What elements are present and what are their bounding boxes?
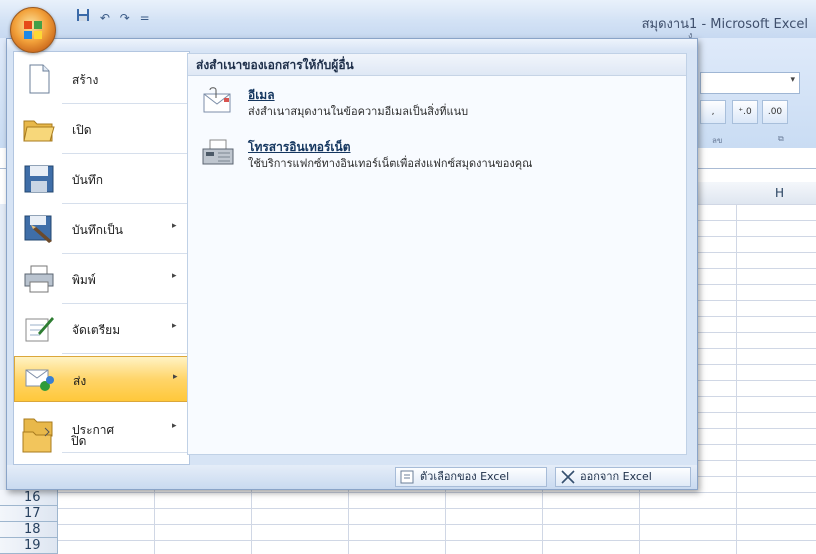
prepare-icon — [22, 313, 56, 345]
save-icon[interactable] — [76, 8, 90, 25]
row-header-18[interactable]: 18 — [0, 522, 57, 538]
quick-access-toolbar: ↶ ↷ = — [76, 8, 156, 25]
decrease-decimal-button[interactable]: .00 — [762, 100, 788, 124]
column-header-H[interactable]: H — [743, 182, 816, 205]
increase-decimal-button[interactable]: ⁺.0 — [732, 100, 758, 124]
menu-item-prepare[interactable]: จัดเตรียม ▸ — [14, 306, 189, 352]
excel-options-button[interactable]: ตัวเลือกของ Excel — [395, 467, 547, 487]
open-folder-icon — [22, 113, 56, 145]
close-folder-icon — [21, 424, 55, 456]
office-button[interactable] — [10, 7, 56, 53]
submenu-item-email[interactable]: อีเมล ส่งสำเนาสมุดงานในข้อความอีเมลเป็นส… — [196, 84, 666, 124]
menu-item-label: ส่ง — [73, 374, 87, 388]
save-as-icon — [22, 213, 56, 245]
menu-item-label: บันทึก — [72, 173, 103, 187]
menu-item-close[interactable]: ปิด — [13, 417, 188, 463]
office-logo-icon — [23, 20, 43, 40]
comma-style-button[interactable]: , — [700, 100, 726, 124]
excel-options-label: ตัวเลือกของ Excel — [420, 470, 510, 483]
group-label-number: ลข — [712, 136, 723, 145]
menu-item-save[interactable]: บันทึก — [14, 156, 189, 202]
close-icon — [560, 470, 576, 484]
customize-qat-icon[interactable]: = — [140, 11, 150, 25]
row-header-17[interactable]: 17 — [0, 506, 57, 522]
send-icon — [23, 364, 57, 396]
title-bar: ↶ ↷ = สมุดงาน1 - Microsoft Excel — [0, 0, 816, 38]
menu-item-label: บันทึกเป็น — [72, 223, 123, 237]
submenu-heading: ส่งสำเนาของเอกสารให้กับผู้อื่น — [188, 54, 686, 76]
fax-icon — [200, 138, 236, 170]
row-header-16[interactable]: 16 — [0, 490, 57, 506]
exit-excel-button[interactable]: ออกจาก Excel — [555, 467, 691, 487]
submenu-arrow-icon: ▸ — [172, 321, 177, 331]
menu-item-send[interactable]: ส่ง ▸ — [14, 356, 189, 402]
divider — [62, 253, 187, 254]
menu-item-print[interactable]: พิมพ์ ▸ — [14, 256, 189, 302]
submenu-arrow-icon: ▸ — [173, 372, 178, 382]
dialog-launcher-icon[interactable]: ⧉ — [778, 134, 784, 144]
row-header-19[interactable]: 19 — [0, 538, 57, 554]
submenu-arrow-icon: ▸ — [172, 271, 177, 281]
menu-bottom-bar: ตัวเลือกของ Excel ออกจาก Excel — [7, 465, 697, 489]
menu-item-open[interactable]: เปิด — [14, 106, 189, 152]
submenu-item-description: ส่งสำเนาสมุดงานในข้อความอีเมลเป็นสิ่งที่… — [248, 105, 469, 118]
undo-icon[interactable]: ↶ — [100, 11, 110, 25]
office-application-menu: สร้าง เปิด บันทึก บันทึกเป็น ▸ พิมพ์ ▸ จ… — [6, 38, 698, 490]
column-header-G[interactable] — [696, 182, 744, 205]
submenu-arrow-icon: ▸ — [172, 221, 177, 231]
divider — [62, 303, 187, 304]
menu-item-label: เปิด — [72, 123, 92, 137]
divider — [62, 353, 187, 354]
new-document-icon — [22, 63, 56, 95]
submenu-item-internet-fax[interactable]: โทรสารอินเทอร์เน็ต ใช้บริการแฟกซ์ทางอินเ… — [196, 136, 666, 176]
redo-icon[interactable]: ↷ — [120, 11, 130, 25]
save-icon — [22, 163, 56, 195]
divider — [62, 153, 187, 154]
send-submenu-pane: ส่งสำเนาของเอกสารให้กับผู้อื่น อีเมล ส่ง… — [187, 53, 687, 455]
menu-item-label: ปิด — [71, 434, 87, 448]
divider — [62, 103, 187, 104]
exit-excel-label: ออกจาก Excel — [580, 470, 652, 483]
menu-item-label: สร้าง — [72, 73, 99, 87]
menu-item-label: พิมพ์ — [72, 273, 96, 287]
email-icon — [200, 86, 236, 118]
menu-item-label: จัดเตรียม — [72, 323, 121, 337]
menu-item-new[interactable]: สร้าง — [14, 56, 189, 102]
menu-command-list: สร้าง เปิด บันทึก บันทึกเป็น ▸ พิมพ์ ▸ จ… — [13, 51, 190, 465]
number-format-combo[interactable]: ▾ — [700, 72, 800, 94]
menu-top-strip — [7, 39, 697, 51]
submenu-item-description: ใช้บริการแฟกซ์ทางอินเทอร์เน็ตเพื่อส่งแฟก… — [248, 157, 533, 170]
window-title: สมุดงาน1 - Microsoft Excel — [641, 17, 808, 32]
divider — [62, 203, 187, 204]
options-icon — [400, 470, 416, 484]
printer-icon — [22, 263, 56, 295]
chevron-down-icon: ▾ — [790, 75, 795, 85]
menu-item-save-as[interactable]: บันทึกเป็น ▸ — [14, 206, 189, 252]
